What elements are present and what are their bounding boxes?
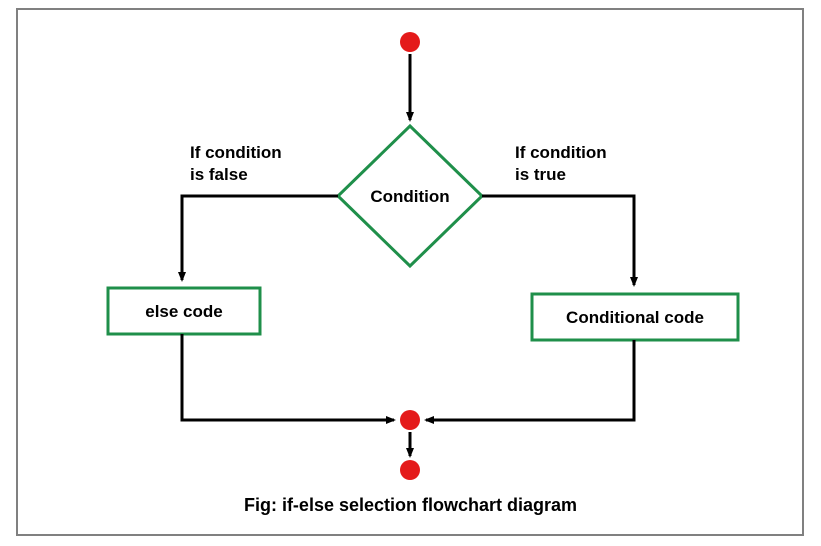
condition-label: Condition — [370, 186, 450, 208]
conditional-box-label: Conditional code — [532, 308, 738, 328]
true-branch-label: If condition is true — [515, 142, 607, 186]
arrow-true-branch — [482, 196, 634, 285]
diagram-canvas: Condition If condition is false If condi… — [0, 0, 821, 546]
caption: Fig: if-else selection flowchart diagram — [0, 495, 821, 516]
arrow-else-to-merge — [182, 334, 394, 420]
end-terminal — [400, 460, 420, 480]
false-branch-label: If condition is false — [190, 142, 282, 186]
else-box-label: else code — [108, 302, 260, 322]
false-line1: If condition — [190, 142, 282, 164]
arrow-false-branch — [182, 196, 338, 280]
false-line2: is false — [190, 164, 282, 186]
start-terminal — [400, 32, 420, 52]
merge-connector — [400, 410, 420, 430]
arrow-conditional-to-merge — [426, 340, 634, 420]
true-line1: If condition — [515, 142, 607, 164]
flowchart-svg — [0, 0, 821, 546]
true-line2: is true — [515, 164, 607, 186]
